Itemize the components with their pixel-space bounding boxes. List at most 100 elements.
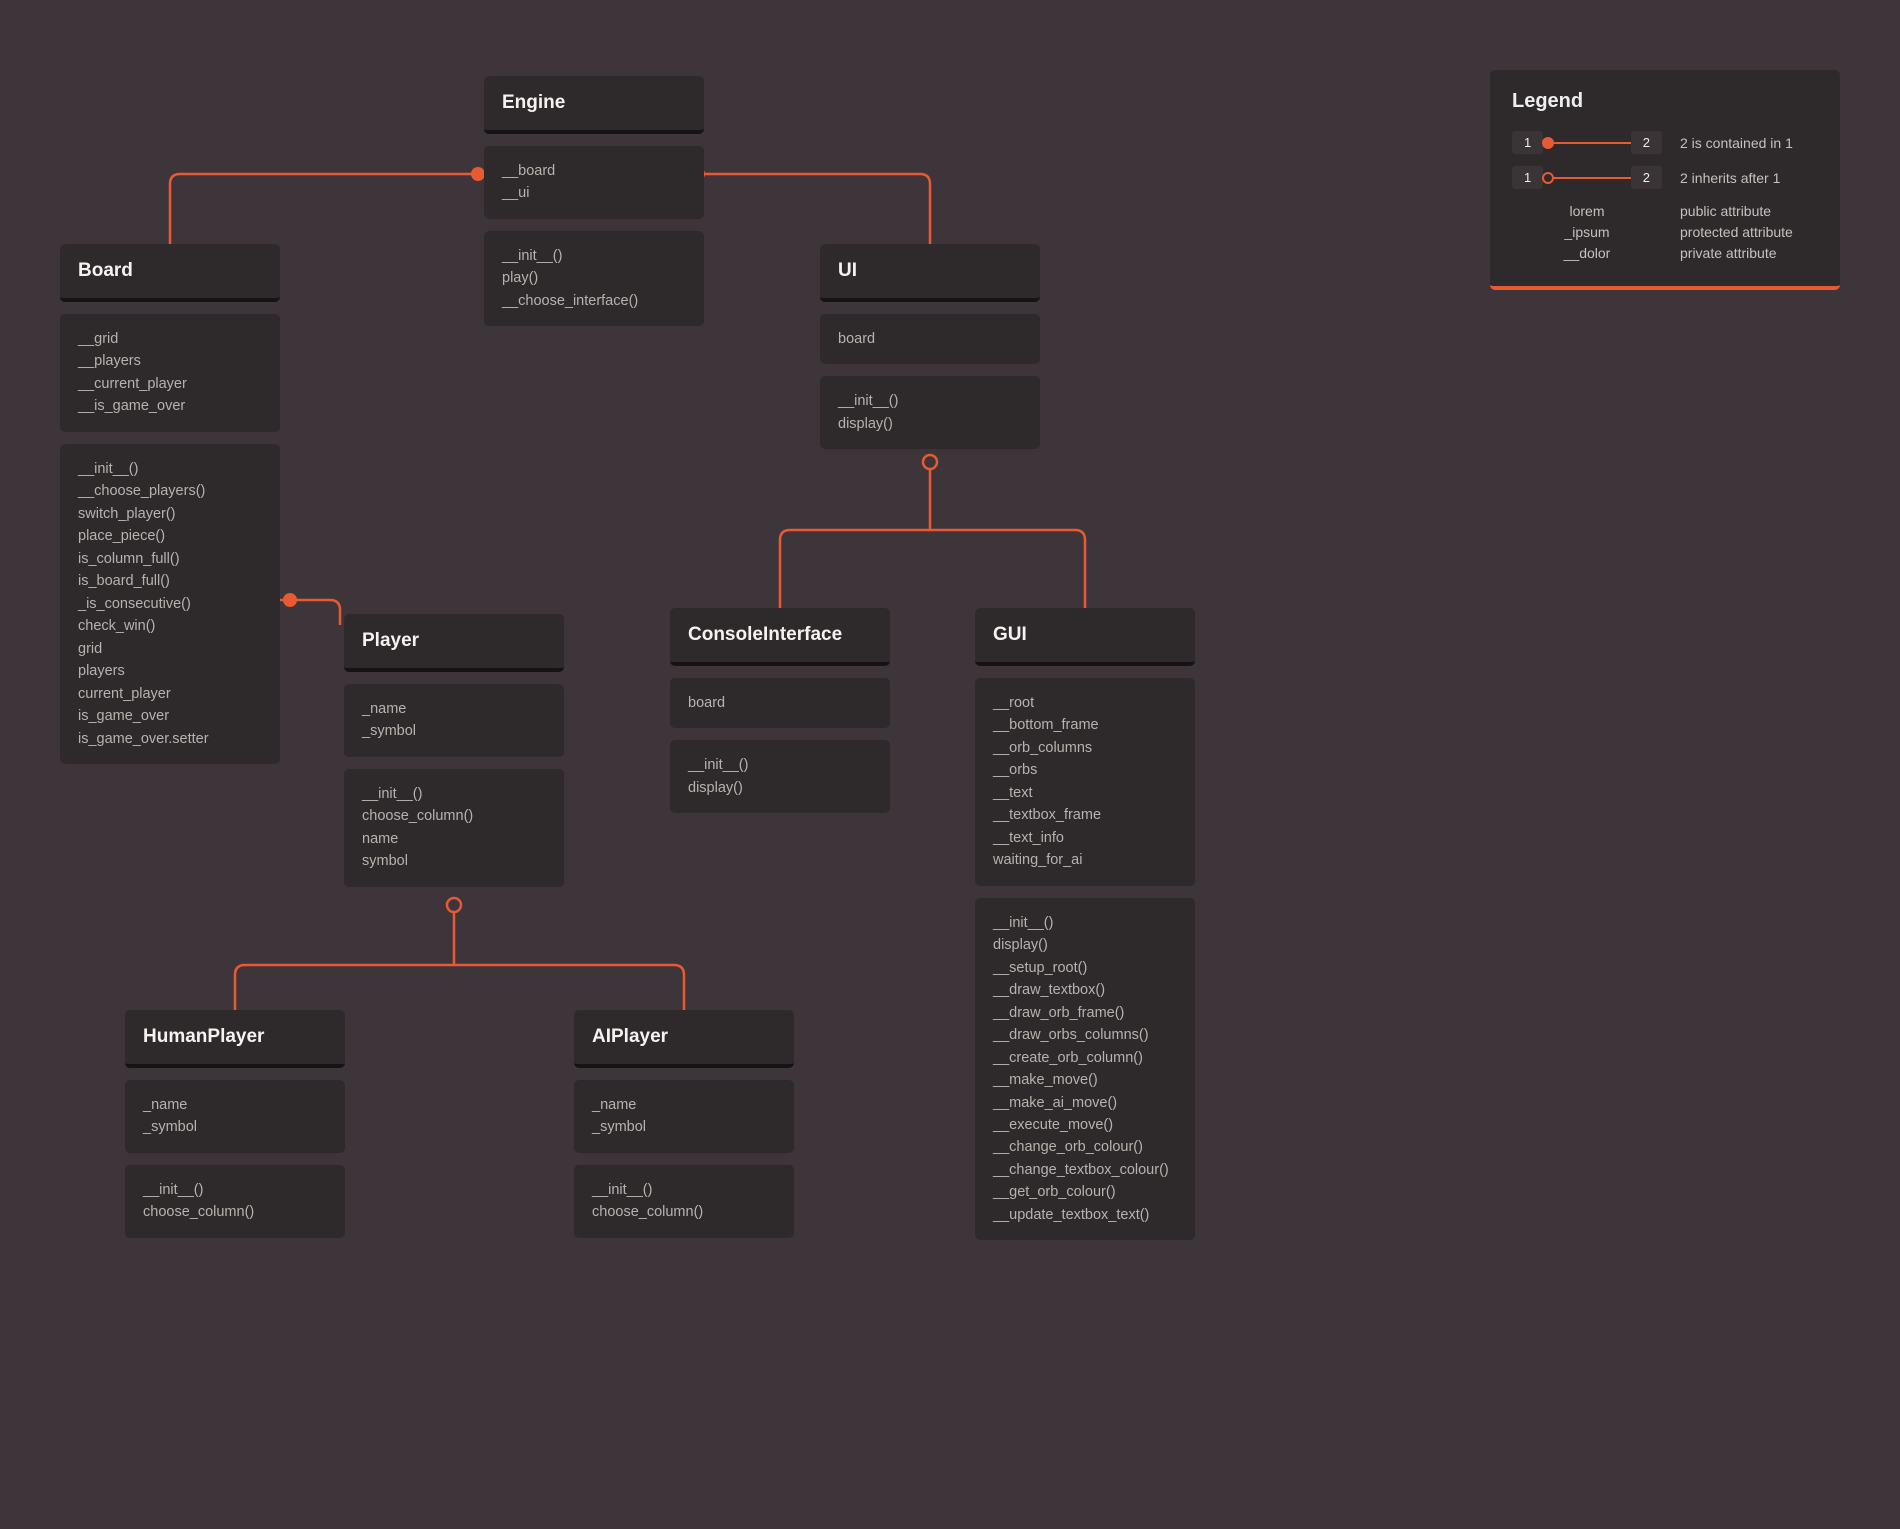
list-item: grid — [78, 638, 262, 660]
list-item: _name — [143, 1094, 327, 1116]
class-engine-attrs: __board__ui — [484, 146, 704, 219]
list-item: __init__() — [362, 783, 546, 805]
class-console-methods: __init__()display() — [670, 740, 890, 813]
list-item: place_piece() — [78, 525, 262, 547]
list-item: __text_info — [993, 827, 1177, 849]
class-human-attrs: _name_symbol — [125, 1080, 345, 1153]
list-item: __grid — [78, 328, 262, 350]
list-item: __init__() — [592, 1179, 776, 1201]
legend-desc-inheritance: 2 inherits after 1 — [1680, 170, 1780, 186]
list-item: __current_player — [78, 373, 262, 395]
class-human-header: HumanPlayer — [125, 1010, 345, 1068]
class-player-methods: __init__()choose_column()namesymbol — [344, 769, 564, 887]
legend-chip-1a: 1 — [1512, 131, 1543, 154]
list-item: play() — [502, 267, 686, 289]
list-item: name — [362, 828, 546, 850]
legend-desc-containment: 2 is contained in 1 — [1680, 135, 1793, 151]
class-ui-methods: __init__()display() — [820, 376, 1040, 449]
list-item: _ipsum — [1512, 222, 1662, 243]
list-item: __init__() — [143, 1179, 327, 1201]
list-item: __orb_columns — [993, 737, 1177, 759]
class-board-methods: __init__()__choose_players()switch_playe… — [60, 444, 280, 764]
list-item: __setup_root() — [993, 957, 1177, 979]
class-ai-header: AIPlayer — [574, 1010, 794, 1068]
legend-chip-2a: 2 — [1631, 131, 1662, 154]
list-item: current_player — [78, 683, 262, 705]
list-item: is_game_over.setter — [78, 728, 262, 750]
list-item: __create_orb_column() — [993, 1047, 1177, 1069]
legend-chip-2b: 2 — [1631, 166, 1662, 189]
list-item: choose_column() — [592, 1201, 776, 1223]
list-item: __players — [78, 350, 262, 372]
list-item: __change_textbox_colour() — [993, 1159, 1177, 1181]
list-item: __bottom_frame — [993, 714, 1177, 736]
list-item: __draw_orbs_columns() — [993, 1024, 1177, 1046]
list-item: __make_move() — [993, 1069, 1177, 1091]
list-item: __init__() — [688, 754, 872, 776]
list-item: __init__() — [838, 390, 1022, 412]
list-item: is_column_full() — [78, 548, 262, 570]
list-item: _is_consecutive() — [78, 593, 262, 615]
list-item: __init__() — [78, 458, 262, 480]
class-gui-header: GUI — [975, 608, 1195, 666]
class-gui-attrs: __root__bottom_frame__orb_columns__orbs_… — [975, 678, 1195, 886]
class-board: Board __grid__players__current_player__i… — [60, 244, 280, 764]
list-item: __update_textbox_text() — [993, 1204, 1177, 1226]
list-item: __init__() — [993, 912, 1177, 934]
list-item: __init__() — [502, 245, 686, 267]
legend-chip-1b: 1 — [1512, 166, 1543, 189]
legend-row-inheritance: 1 2 2 inherits after 1 — [1512, 166, 1818, 189]
class-ai-attrs: _name_symbol — [574, 1080, 794, 1153]
list-item: _symbol — [143, 1116, 327, 1138]
legend-attr-visibility: lorem_ipsum__dolor public attributeprote… — [1512, 201, 1818, 264]
class-consoleinterface: ConsoleInterface board __init__()display… — [670, 608, 890, 813]
list-item: board — [838, 328, 1022, 350]
class-ui: UI board __init__()display() — [820, 244, 1040, 449]
class-humanplayer: HumanPlayer _name_symbol __init__()choos… — [125, 1010, 345, 1238]
list-item: players — [78, 660, 262, 682]
list-item: _symbol — [362, 720, 546, 742]
list-item: __draw_orb_frame() — [993, 1002, 1177, 1024]
class-player: Player _name_symbol __init__()choose_col… — [344, 614, 564, 887]
class-engine-methods: __init__()play()__choose_interface() — [484, 231, 704, 326]
list-item: symbol — [362, 850, 546, 872]
list-item: display() — [993, 934, 1177, 956]
list-item: is_board_full() — [78, 570, 262, 592]
list-item: board — [688, 692, 872, 714]
list-item: _symbol — [592, 1116, 776, 1138]
list-item: __choose_interface() — [502, 290, 686, 312]
class-player-header: Player — [344, 614, 564, 672]
class-human-methods: __init__()choose_column() — [125, 1165, 345, 1238]
class-board-attrs: __grid__players__current_player__is_game… — [60, 314, 280, 432]
class-board-header: Board — [60, 244, 280, 302]
class-ui-attrs: board — [820, 314, 1040, 364]
list-item: lorem — [1512, 201, 1662, 222]
legend-panel: Legend 1 2 2 is contained in 1 1 2 2 inh… — [1490, 70, 1840, 290]
list-item: __change_orb_colour() — [993, 1136, 1177, 1158]
diagram-canvas: Engine __board__ui __init__()play()__cho… — [0, 0, 1900, 1529]
list-item: __ui — [502, 182, 686, 204]
class-aiplayer: AIPlayer _name_symbol __init__()choose_c… — [574, 1010, 794, 1238]
list-item: __choose_players() — [78, 480, 262, 502]
class-engine-header: Engine — [484, 76, 704, 134]
list-item: display() — [688, 777, 872, 799]
legend-attr-names: lorem_ipsum__dolor — [1512, 201, 1662, 264]
list-item: _name — [362, 698, 546, 720]
list-item: __is_game_over — [78, 395, 262, 417]
list-item: check_win() — [78, 615, 262, 637]
list-item: __textbox_frame — [993, 804, 1177, 826]
class-ui-header: UI — [820, 244, 1040, 302]
list-item: __execute_move() — [993, 1114, 1177, 1136]
list-item: _name — [592, 1094, 776, 1116]
list-item: __dolor — [1512, 243, 1662, 264]
legend-attr-descs: public attributeprotected attributepriva… — [1680, 201, 1818, 264]
list-item: waiting_for_ai — [993, 849, 1177, 871]
list-item: __board — [502, 160, 686, 182]
list-item: choose_column() — [143, 1201, 327, 1223]
list-item: __make_ai_move() — [993, 1092, 1177, 1114]
list-item: __draw_textbox() — [993, 979, 1177, 1001]
legend-title: Legend — [1512, 90, 1818, 113]
list-item: __get_orb_colour() — [993, 1181, 1177, 1203]
class-ai-methods: __init__()choose_column() — [574, 1165, 794, 1238]
list-item: private attribute — [1680, 243, 1818, 264]
